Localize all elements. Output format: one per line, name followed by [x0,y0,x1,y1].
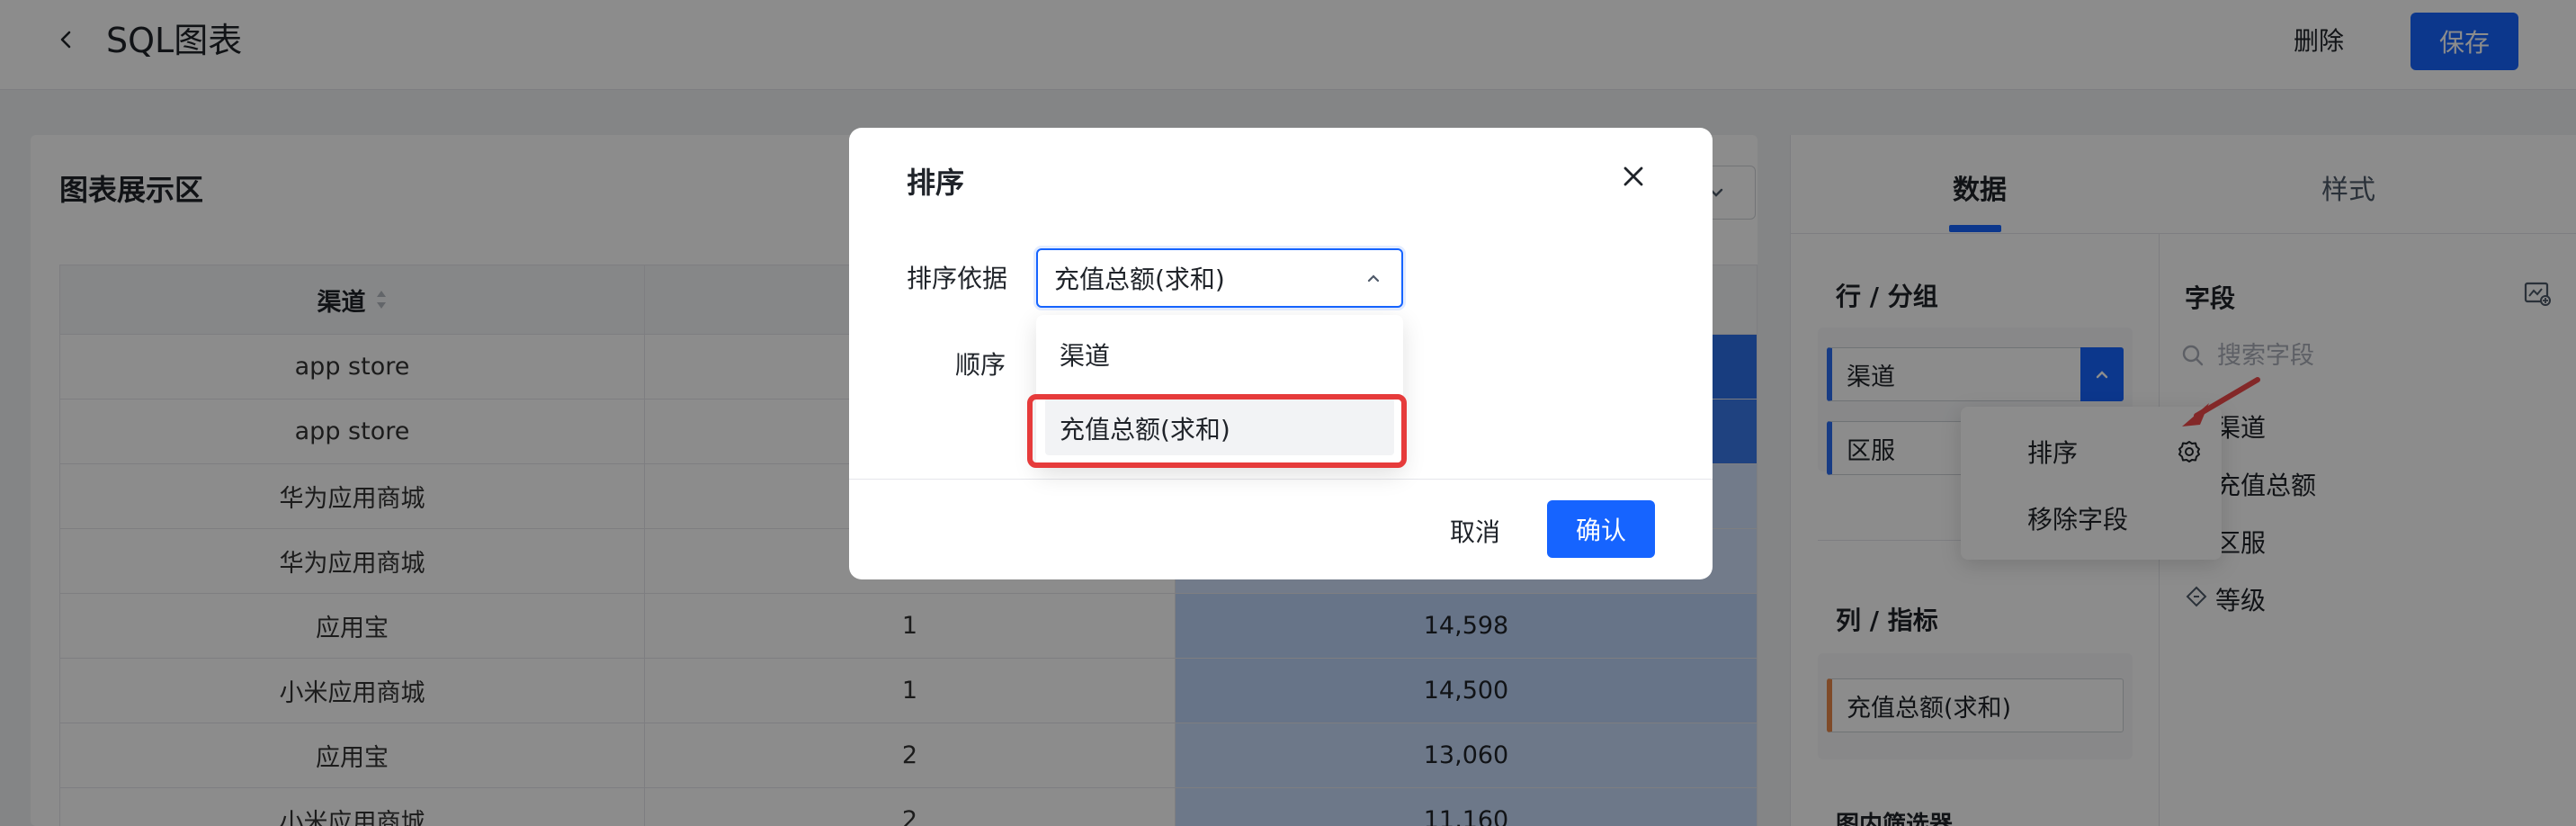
sort-by-label: 排序依据 [907,264,1008,293]
sort-by-selected-value: 充值总额(求和) [1054,265,1225,294]
chevron-up-icon [1362,266,1385,290]
dropdown-option-channel[interactable]: 渠道 [1060,337,1110,373]
dialog-title: 排序 [907,166,965,200]
annotation-highlight-box [1027,394,1407,468]
confirm-button[interactable]: 确认 [1547,500,1655,558]
close-icon [1623,166,1643,186]
cancel-button[interactable]: 取消 [1430,502,1520,560]
dialog-divider [849,479,1713,480]
close-button[interactable] [1612,155,1655,198]
sort-by-select[interactable]: 充值总额(求和) [1036,248,1403,308]
order-label: 顺序 [955,350,1006,380]
